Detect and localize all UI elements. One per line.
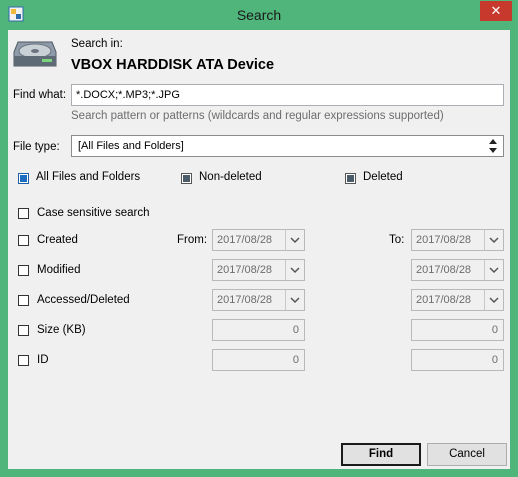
checkbox-size[interactable]	[18, 325, 29, 336]
dropdown-button[interactable]	[285, 260, 304, 280]
window-title: Search	[236, 7, 282, 23]
find-what-label: Find what:	[13, 89, 67, 101]
search-in-label: Search in:	[71, 38, 123, 50]
checkbox-id[interactable]	[18, 355, 29, 366]
search-window: Search ✕ Search in: VBOX HARDDISK ATA De…	[0, 0, 518, 477]
file-type-value: [All Files and Folders]	[78, 140, 184, 152]
dropdown-button[interactable]	[285, 230, 304, 250]
checkbox-non-deleted[interactable]	[181, 173, 192, 184]
checkbox-accessed-deleted[interactable]	[18, 295, 29, 306]
created-from-date[interactable]: 2017/08/28	[212, 229, 305, 251]
size-from-input[interactable]: 0	[212, 319, 305, 341]
close-button[interactable]: ✕	[480, 1, 512, 21]
id-from-input[interactable]: 0	[212, 349, 305, 371]
modified-to-value: 2017/08/28	[416, 264, 472, 276]
size-from-value: 0	[292, 324, 299, 336]
modified-from-value: 2017/08/28	[217, 264, 273, 276]
find-button[interactable]: Find	[341, 443, 421, 466]
non-deleted-label: Non-deleted	[199, 171, 262, 183]
deleted-label: Deleted	[363, 171, 403, 183]
dropdown-button[interactable]	[484, 260, 503, 280]
all-files-label: All Files and Folders	[36, 171, 141, 183]
created-to-date[interactable]: 2017/08/28	[411, 229, 504, 251]
updown-arrows-icon	[489, 139, 497, 153]
find-what-input[interactable]: *.DOCX;*.MP3;*.JPG	[71, 84, 504, 106]
checkbox-case-sensitive[interactable]	[18, 208, 29, 219]
modified-label: Modified	[37, 264, 81, 276]
id-from-value: 0	[292, 354, 299, 366]
id-label: ID	[37, 354, 49, 366]
file-type-label: File type:	[13, 141, 60, 153]
size-label: Size (KB)	[37, 324, 86, 336]
dropdown-button[interactable]	[484, 230, 503, 250]
size-to-input[interactable]: 0	[411, 319, 504, 341]
created-from-value: 2017/08/28	[217, 234, 273, 246]
created-to-value: 2017/08/28	[416, 234, 472, 246]
file-type-select[interactable]: [All Files and Folders]	[71, 135, 504, 157]
checkbox-deleted[interactable]	[345, 173, 356, 184]
size-to-value: 0	[491, 324, 498, 336]
checkbox-all-files[interactable]	[18, 173, 29, 184]
find-what-hint: Search pattern or patterns (wildcards an…	[71, 110, 444, 122]
dialog-body: Search in: VBOX HARDDISK ATA Device Find…	[8, 30, 510, 469]
chevron-down-icon	[489, 297, 499, 304]
chevron-down-icon	[290, 237, 300, 244]
modified-to-date[interactable]: 2017/08/28	[411, 259, 504, 281]
id-to-value: 0	[491, 354, 498, 366]
dropdown-button[interactable]	[484, 290, 503, 310]
title-bar[interactable]: Search ✕	[0, 0, 518, 30]
accessed-from-date[interactable]: 2017/08/28	[212, 289, 305, 311]
chevron-down-icon	[489, 267, 499, 274]
accessed-to-date[interactable]: 2017/08/28	[411, 289, 504, 311]
checkbox-created[interactable]	[18, 235, 29, 246]
from-label: From:	[177, 234, 208, 246]
accessed-from-value: 2017/08/28	[217, 294, 273, 306]
id-to-input[interactable]: 0	[411, 349, 504, 371]
chevron-down-icon	[489, 237, 499, 244]
device-name: VBOX HARDDISK ATA Device	[71, 57, 275, 73]
cancel-button[interactable]: Cancel	[427, 443, 507, 466]
case-sensitive-label: Case sensitive search	[37, 207, 150, 219]
accessed-to-value: 2017/08/28	[416, 294, 472, 306]
accessed-deleted-label: Accessed/Deleted	[37, 294, 130, 306]
modified-from-date[interactable]: 2017/08/28	[212, 259, 305, 281]
hard-drive-icon	[13, 41, 57, 67]
chevron-down-icon	[290, 297, 300, 304]
created-label: Created	[37, 234, 78, 246]
to-label: To:	[389, 234, 405, 246]
dropdown-button[interactable]	[285, 290, 304, 310]
checkbox-modified[interactable]	[18, 265, 29, 276]
chevron-down-icon	[290, 267, 300, 274]
